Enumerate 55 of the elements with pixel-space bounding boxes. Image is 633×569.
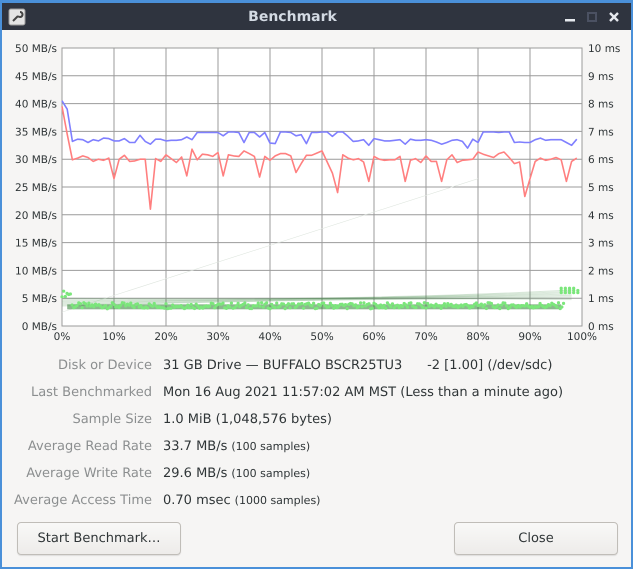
dialog-button[interactable]: Start Benchmark… — [17, 522, 181, 555]
field-label: Average Access Time — [13, 492, 152, 510]
sample-count: (100 samples) — [231, 466, 310, 482]
y-axis-label: 20 MB/s — [15, 210, 57, 222]
field-value: 1.0 MiB (1,048,576 bytes) — [163, 411, 332, 429]
x-axis-label: 60% — [362, 331, 386, 343]
x-axis-label: 10% — [102, 331, 126, 343]
y-axis-label: 25 MB/s — [15, 182, 57, 194]
field-value: 29.6 MB/s — [163, 465, 228, 483]
y-axis-label: 2 ms — [588, 265, 614, 278]
y-axis-label: 15 MB/s — [15, 238, 57, 250]
sample-count: (1000 samples) — [234, 493, 320, 509]
field-label: Sample Size — [71, 411, 152, 429]
y-axis-label: 3 ms — [588, 238, 614, 250]
maximize-icon — [586, 10, 598, 22]
x-axis-label: 100% — [566, 331, 598, 343]
y-axis-label: 1 ms — [588, 293, 614, 306]
y-axis-label: 30 MB/s — [15, 154, 57, 166]
y-axis-label: 0 MB/s — [22, 321, 57, 333]
x-axis-label: 20% — [154, 331, 178, 343]
y-axis-label: 7 ms — [588, 126, 614, 138]
x-axis-label: 30% — [206, 331, 230, 343]
y-axis-label: 10 ms — [588, 43, 620, 55]
y-axis-label: 40 MB/s — [15, 98, 57, 111]
field-value: Mon 16 Aug 2021 11:57:02 AM MST (Less than a minute ago) — [163, 384, 564, 402]
x-axis-label: 50% — [310, 331, 334, 343]
field-label: Average Write Rate — [25, 465, 152, 483]
minimize-icon — [565, 19, 575, 22]
wrench-icon — [8, 8, 26, 26]
dialog-button[interactable]: Close — [454, 522, 618, 555]
y-axis-label: 4 ms — [588, 210, 614, 222]
y-axis-label: 6 ms — [588, 154, 614, 166]
x-axis-label: 70% — [414, 331, 438, 343]
field-label: Average Read Rate — [26, 438, 152, 456]
y-axis-label: 45 MB/s — [15, 70, 57, 83]
x-axis-label: 0% — [54, 331, 70, 343]
y-axis-label: 0 ms — [588, 321, 614, 333]
y-axis-label: 35 MB/s — [15, 126, 57, 138]
y-axis-label: 8 ms — [588, 98, 614, 111]
field-value: 0.70 msec — [163, 492, 231, 510]
field-value: 31 GB Drive — BUFFALO BSCR25TU3 -2 [1.00] (/dev/sdc) — [163, 357, 552, 375]
y-axis-label: 5 ms — [588, 182, 614, 194]
field-label: Disk or Device — [57, 357, 152, 375]
x-axis-label: 90% — [518, 331, 542, 343]
field-label: Last Benchmarked — [30, 384, 152, 402]
x-axis-label: 40% — [258, 331, 282, 343]
y-axis-label: 10 MB/s — [15, 265, 57, 278]
window-title: Benchmark — [247, 8, 338, 24]
x-axis-label: 80% — [466, 331, 490, 343]
y-axis-label: 9 ms — [588, 70, 614, 83]
close-icon — [608, 10, 620, 22]
field-value: 33.7 MB/s — [163, 438, 228, 456]
y-axis-label: 5 MB/s — [22, 293, 57, 306]
sample-count: (100 samples) — [231, 439, 310, 455]
y-axis-label: 50 MB/s — [15, 43, 57, 55]
